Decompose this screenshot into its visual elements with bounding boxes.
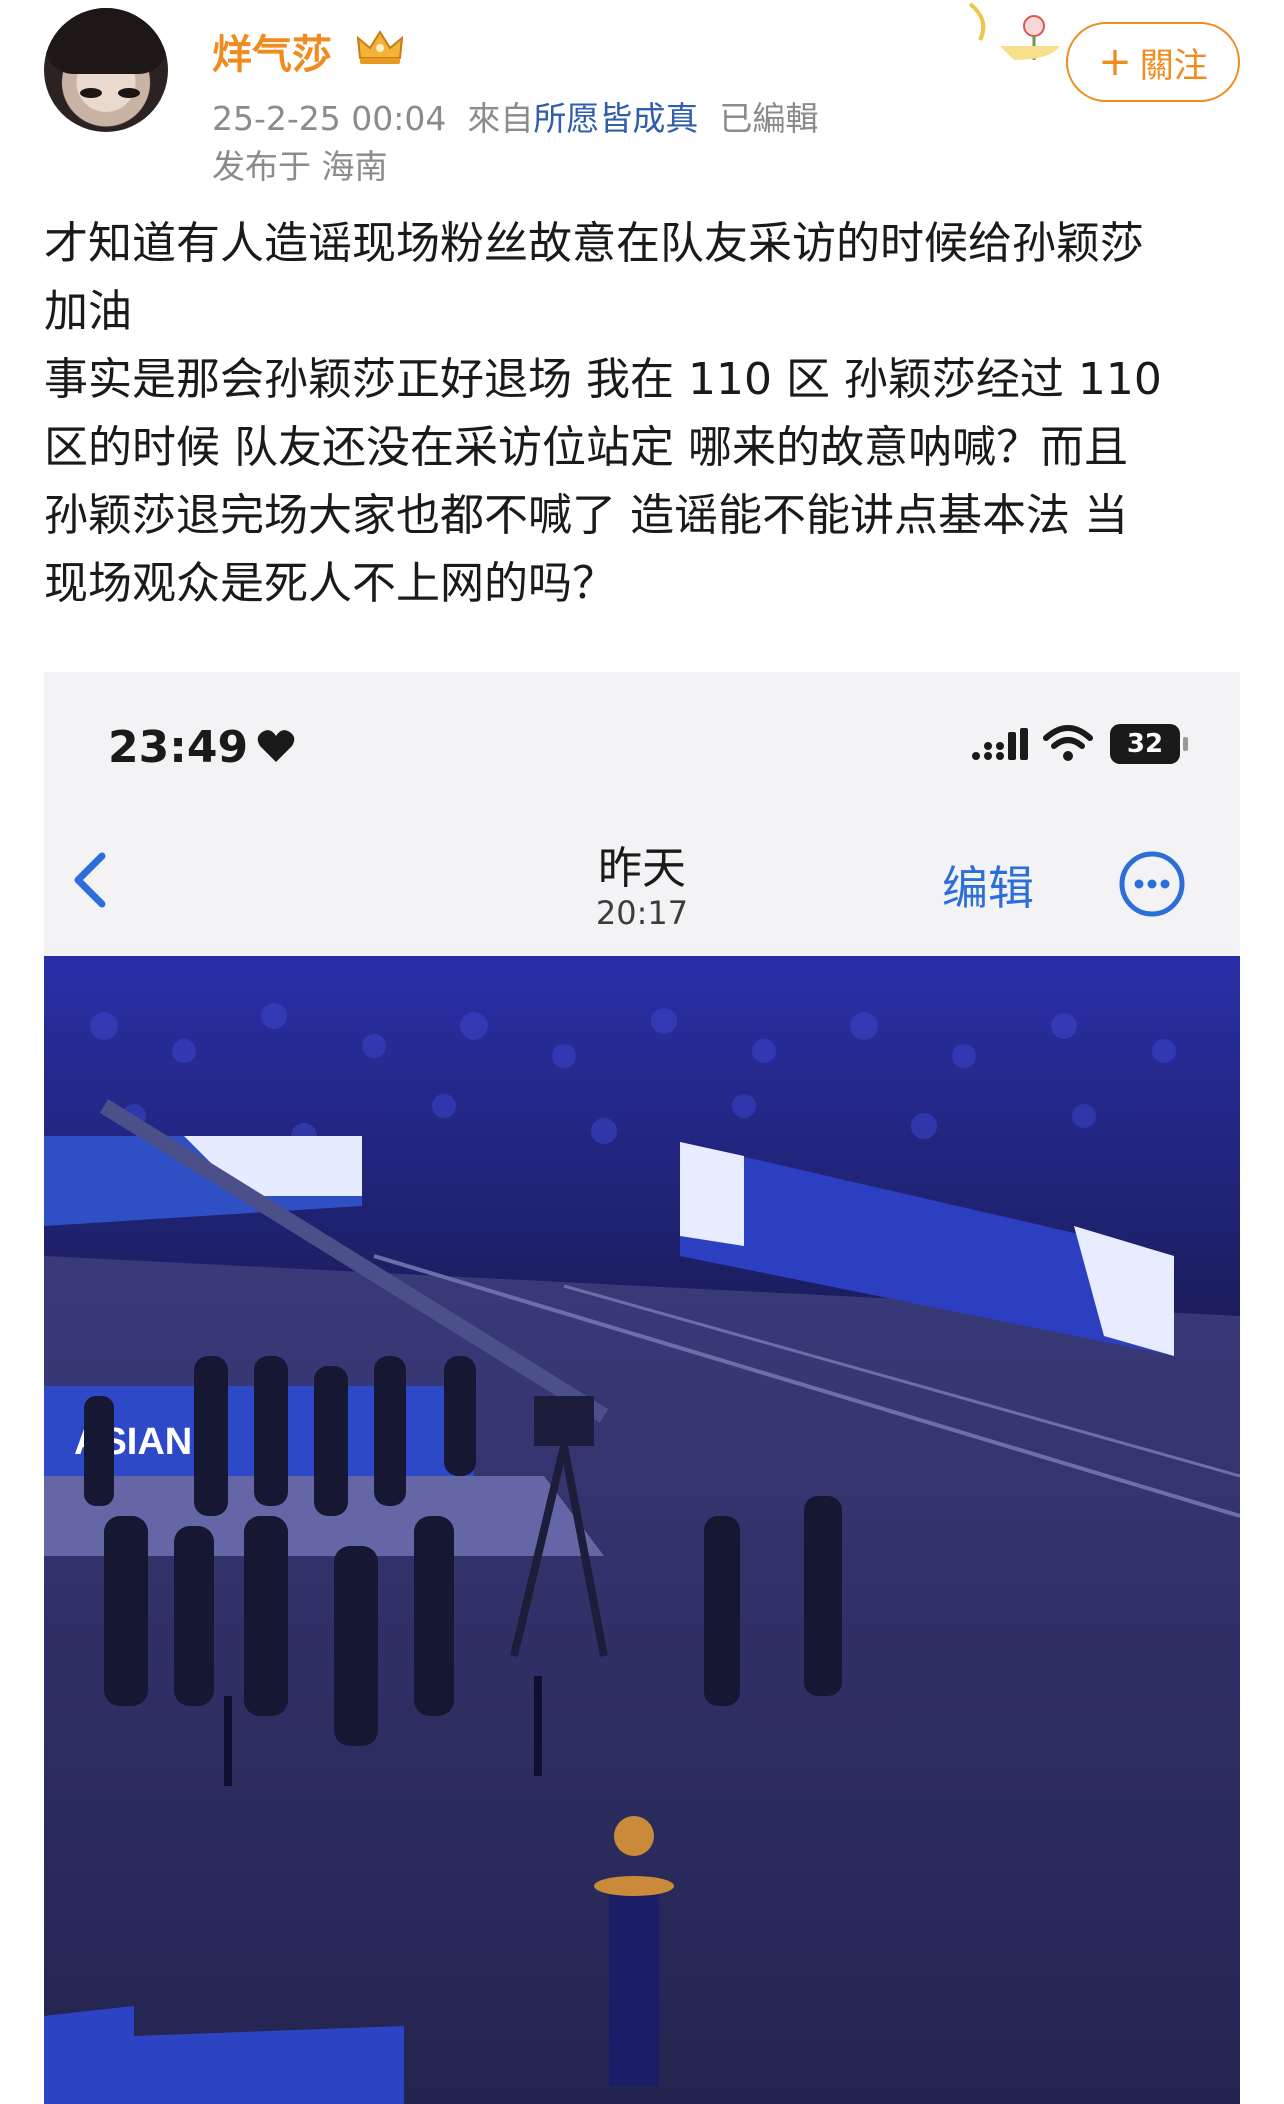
edited-label: 已編輯 <box>719 99 819 138</box>
username[interactable]: 烊气莎 <box>212 22 332 80</box>
nav-date: 昨天 <box>598 843 686 894</box>
follow-button[interactable]: + 關注 <box>1066 22 1240 102</box>
phone-status-area: 23:49 32 昨天 20:17 编辑 <box>44 672 1240 956</box>
post-image[interactable]: 23:49 32 昨天 20:17 编辑 ASIAN <box>44 672 1240 2104</box>
wifi-icon <box>1043 725 1093 761</box>
source-prefix: 來自 <box>467 99 534 138</box>
source-link[interactable]: 所愿皆成真 <box>533 99 698 138</box>
post-meta: 25-2-25 00:04 來自所愿皆成真 已編輯 <box>212 92 818 140</box>
heart-icon <box>257 730 295 762</box>
crown-icon <box>356 30 404 64</box>
edit-button[interactable]: 编辑 <box>942 852 1034 918</box>
post-text-line: 才知道有人造谣现场粉丝故意在队友采访的时候给孙颖莎 <box>44 218 1144 269</box>
post-text-line: 区的时候 队友还没在采访位站定 哪来的故意呐喊？而且 <box>44 422 1128 473</box>
status-clock: 23:49 <box>108 722 249 773</box>
avatar-eye <box>80 88 102 98</box>
post-text-line: 现场观众是死人不上网的吗？ <box>44 558 616 609</box>
post-location: 发布于 海南 <box>212 147 388 186</box>
avatar-hair <box>44 8 168 74</box>
post-timestamp: 25-2-25 00:04 <box>212 99 447 138</box>
avatar-eye <box>118 88 140 98</box>
more-icon[interactable] <box>1118 850 1186 918</box>
post-text-line: 加油 <box>44 286 132 337</box>
plus-icon: + <box>1098 39 1132 85</box>
avatar[interactable] <box>44 8 168 132</box>
signal-icon <box>972 728 1028 760</box>
post-text-line: 孙颖莎退完场大家也都不喊了 造谣能不能讲点基本法 当 <box>44 490 1128 541</box>
decoration-icon <box>968 2 1060 60</box>
arena-photo: ASIAN <box>44 956 1240 2104</box>
follow-label: 關注 <box>1139 45 1208 86</box>
battery-indicator: 32 <box>1110 724 1188 764</box>
post-text-line: 事实是那会孙颖莎正好退场 我在 110 区 孙颖莎经过 110 <box>44 354 1162 405</box>
nav-time: 20:17 <box>595 894 689 932</box>
post-text: 才知道有人造谣现场粉丝故意在队友采访的时候给孙颖莎 加油 事实是那会孙颖莎正好退… <box>44 210 1244 618</box>
